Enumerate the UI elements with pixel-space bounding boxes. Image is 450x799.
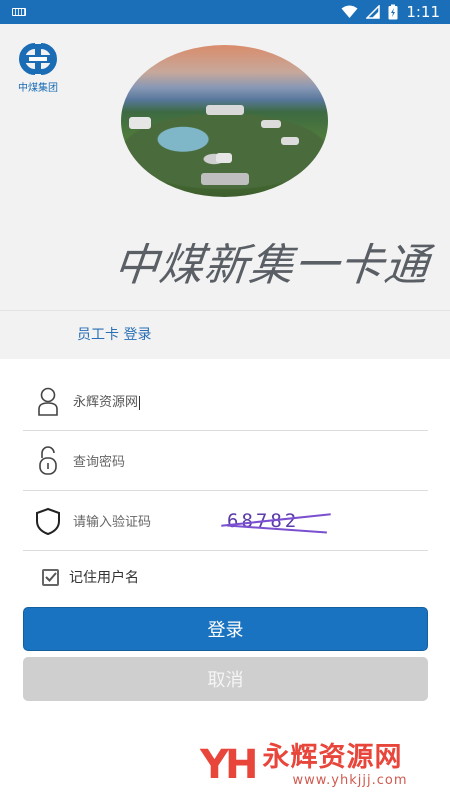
status-bar: 1:11 (0, 0, 450, 24)
app-title: 中煤新集一卡通 (111, 240, 432, 291)
watermark-logo: YH (200, 742, 258, 788)
header-area: 中煤集团 中煤新集一卡通 (0, 24, 450, 310)
password-input[interactable]: 查询密码 (73, 451, 125, 470)
watermark-title: 永辉资源网 (262, 741, 403, 773)
check-icon (44, 572, 57, 582)
username-input[interactable]: 永辉资源网 (73, 391, 141, 410)
watermark: YH 永辉资源网 www.yhkjjj.com (200, 740, 407, 790)
password-row[interactable]: 查询密码 (23, 431, 428, 491)
login-tab-bar: 员工卡 登录 (0, 310, 450, 359)
status-time: 1:11 (406, 3, 440, 21)
logo-text: 中煤集团 (18, 83, 58, 94)
wifi-icon (341, 5, 358, 19)
user-icon (23, 386, 73, 416)
watermark-url: www.yhkjjj.com (292, 772, 408, 788)
campus-photo (121, 45, 328, 197)
remember-label: 记住用户名 (69, 570, 139, 586)
captcha-image[interactable]: 68782 (221, 499, 335, 543)
tab-employee-card-login[interactable]: 员工卡 登录 (77, 324, 151, 344)
captcha-input[interactable]: 请输入验证码 (73, 511, 151, 530)
cancel-button[interactable]: 取消 (23, 657, 428, 701)
company-logo: 中煤集团 (16, 42, 60, 104)
keyboard-icon (12, 8, 26, 16)
remember-username[interactable]: 记住用户名 (42, 566, 139, 588)
shield-icon (23, 507, 73, 535)
username-row[interactable]: 永辉资源网 (23, 371, 428, 431)
lock-icon (23, 445, 73, 476)
remember-checkbox[interactable] (42, 568, 59, 586)
login-button[interactable]: 登录 (23, 607, 428, 651)
signal-icon (366, 5, 381, 19)
logo-icon (19, 43, 57, 75)
battery-charging-icon (388, 4, 398, 20)
captcha-row[interactable]: 请输入验证码 68782 (23, 491, 428, 551)
